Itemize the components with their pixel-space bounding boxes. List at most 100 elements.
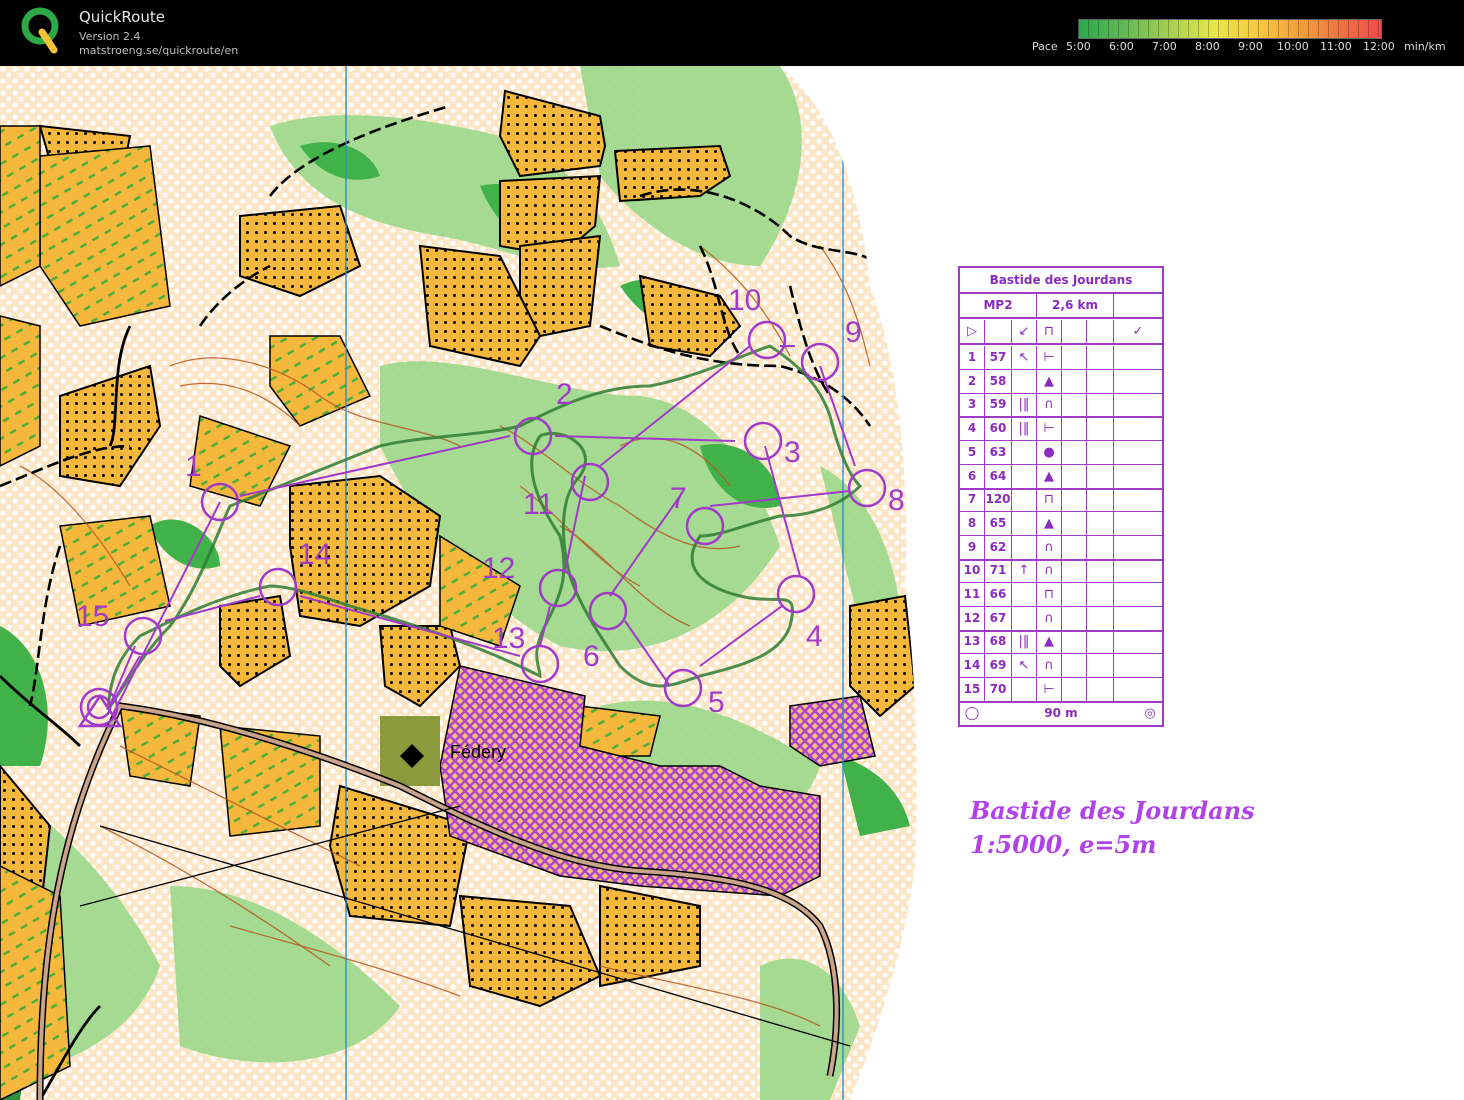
description-empty-cell xyxy=(1114,654,1162,677)
pace-tick: 8:00 xyxy=(1195,40,1220,53)
control-number: 12 xyxy=(482,552,515,585)
description-empty-cell xyxy=(1114,583,1162,606)
description-control-row: 10 71 ↑ ∩ xyxy=(960,559,1162,584)
description-feature: ▲ xyxy=(1037,630,1062,654)
description-dir xyxy=(1012,488,1037,512)
description-class: MP2 xyxy=(960,294,1037,317)
description-empty-cell xyxy=(1087,559,1114,583)
finish-distance: 90 m xyxy=(1044,706,1078,720)
description-code: 65 xyxy=(985,511,1012,535)
description-control-row: 15 70 ⊢ xyxy=(960,677,1162,703)
description-num: 1 xyxy=(960,346,985,369)
orienteering-map[interactable]: 1 2 3 4 5 6 7 8 9 10 11 12 13 14 15 Féde… xyxy=(0,66,920,1100)
pace-tick: 11:00 xyxy=(1320,40,1352,53)
description-feature: ● xyxy=(1037,440,1062,464)
control-number: 9 xyxy=(845,316,862,349)
description-header-row: MP2 2,6 km xyxy=(960,294,1162,319)
description-empty-cell xyxy=(1062,535,1087,559)
description-dir: ↖ xyxy=(1012,346,1037,369)
description-empty-cell xyxy=(1087,464,1114,488)
description-code: 67 xyxy=(985,606,1012,630)
description-empty-cell xyxy=(1114,346,1162,369)
description-num: 3 xyxy=(960,393,985,417)
app-header: QuickRoute Version 2.4 matstroeng.se/qui… xyxy=(0,0,1464,66)
description-empty-cell xyxy=(1114,630,1162,653)
description-control-row: 3 59 |‖ ∩ xyxy=(960,393,1162,419)
control-number: 1 xyxy=(185,450,202,483)
description-empty-cell xyxy=(1114,294,1162,317)
description-empty-cell xyxy=(1114,488,1162,511)
description-empty-cell xyxy=(1087,677,1114,701)
description-empty-cell xyxy=(1062,346,1087,369)
description-empty-cell xyxy=(1087,654,1114,678)
description-dir: |‖ xyxy=(1012,630,1037,654)
description-num: 6 xyxy=(960,464,985,488)
description-control-row: 5 63 ● xyxy=(960,440,1162,465)
control-number: 2 xyxy=(556,378,573,411)
description-length: 2,6 km xyxy=(1037,294,1114,317)
description-control-row: 11 66 ⊓ xyxy=(960,583,1162,607)
description-control-row: 2 58 ▲ xyxy=(960,369,1162,394)
description-code: 57 xyxy=(985,346,1012,369)
app-url[interactable]: matstroeng.se/quickroute/en xyxy=(79,44,238,57)
pace-tick: 12:00 xyxy=(1363,40,1395,53)
description-empty-cell xyxy=(1087,417,1114,441)
control-number: 15 xyxy=(76,600,109,633)
description-empty-cell xyxy=(1087,630,1114,654)
description-feature: ⊓ xyxy=(1037,583,1062,606)
control-number: 14 xyxy=(298,538,331,571)
description-code: 60 xyxy=(985,417,1012,441)
description-control-row: 14 69 ↖ ∩ xyxy=(960,654,1162,679)
description-dir: ↖ xyxy=(1012,654,1037,678)
pace-tick: 7:00 xyxy=(1152,40,1177,53)
description-feature: ▲ xyxy=(1037,464,1062,488)
description-code: 62 xyxy=(985,535,1012,559)
description-dir: ↑ xyxy=(1012,559,1037,583)
direction-southwest-icon: ↙ xyxy=(1012,320,1037,343)
description-control-row: 8 65 ▲ xyxy=(960,511,1162,536)
control-number: 11 xyxy=(523,488,554,521)
control-number: 5 xyxy=(708,686,725,719)
description-dir xyxy=(1012,369,1037,393)
description-code: 58 xyxy=(985,369,1012,393)
description-feature: ⊢ xyxy=(1037,417,1062,441)
control-number: 4 xyxy=(806,620,823,653)
finish-circle-icon: ◎ xyxy=(1144,706,1156,721)
description-feature: ⊓ xyxy=(1037,488,1062,512)
description-empty-cell xyxy=(1062,417,1087,441)
pace-tick: 10:00 xyxy=(1277,40,1309,53)
pace-scale-ticks xyxy=(1078,19,1380,37)
description-num: 12 xyxy=(960,606,985,630)
description-code: 68 xyxy=(985,630,1012,654)
map-title-label: Bastide des Jourdans xyxy=(970,796,1255,825)
description-start-row: ▷ ↙ ⊓ ✓ xyxy=(960,320,1162,345)
description-control-row: 12 67 ∩ xyxy=(960,606,1162,632)
description-dir xyxy=(1012,464,1037,488)
description-feature: ∩ xyxy=(1037,535,1062,559)
description-control-row: 1 57 ↖ ⊢ xyxy=(960,346,1162,370)
description-empty-cell xyxy=(1062,488,1087,512)
place-label: Fédery xyxy=(450,742,506,762)
description-empty-cell xyxy=(1114,512,1162,535)
description-dir xyxy=(1012,606,1037,630)
description-empty-cell xyxy=(1114,536,1162,559)
description-num: 13 xyxy=(960,630,985,654)
control-number: 6 xyxy=(583,640,600,673)
description-feature: ∩ xyxy=(1037,559,1062,583)
description-num: 4 xyxy=(960,417,985,441)
description-empty-cell xyxy=(1114,441,1162,464)
description-dir xyxy=(1012,677,1037,701)
description-code: 59 xyxy=(985,393,1012,417)
map-scale-label: 1:5000, e=5m xyxy=(970,830,1157,859)
description-feature: ▲ xyxy=(1037,511,1062,535)
description-num: 10 xyxy=(960,559,985,583)
description-empty-cell xyxy=(1062,654,1087,678)
description-empty-cell xyxy=(1087,488,1114,512)
quickroute-logo-icon xyxy=(21,7,59,54)
description-empty-cell xyxy=(1114,370,1162,393)
app-version: Version 2.4 xyxy=(79,30,141,43)
description-empty-cell xyxy=(1087,511,1114,535)
description-num: 7 xyxy=(960,488,985,512)
description-empty-cell xyxy=(1062,393,1087,417)
description-empty-cell xyxy=(1114,393,1162,416)
